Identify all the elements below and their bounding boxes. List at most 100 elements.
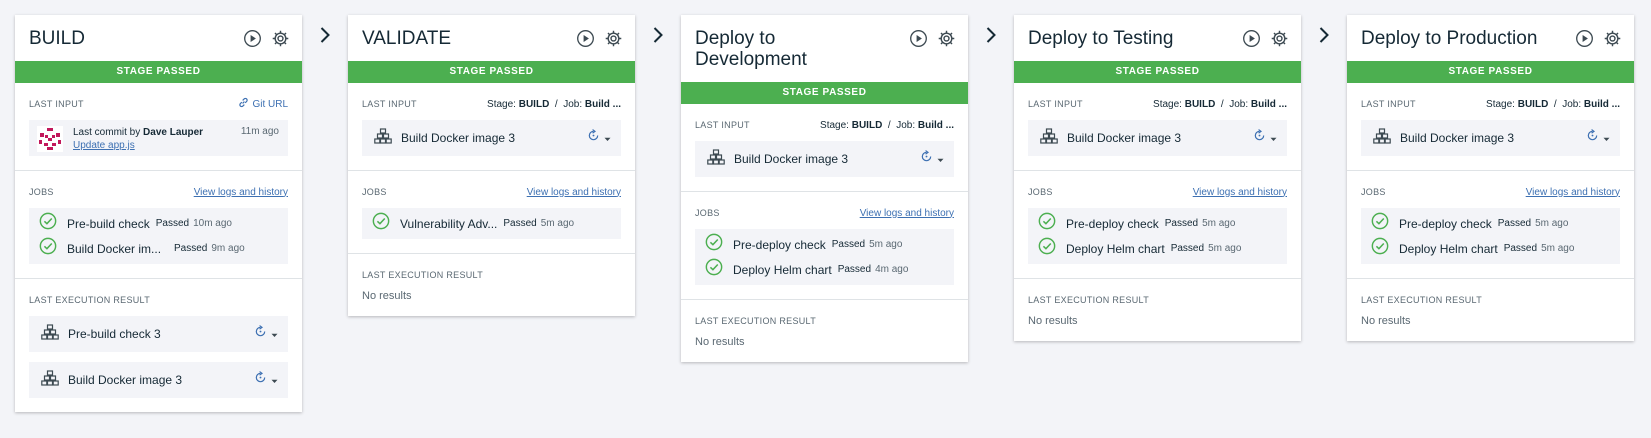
rerun-dropdown[interactable] — [920, 150, 944, 168]
gear-icon[interactable] — [1603, 29, 1622, 48]
last-execution-label: LAST EXECUTION RESULT — [29, 295, 150, 305]
commit-author: Dave Lauper — [143, 127, 204, 138]
job-name[interactable]: Deploy Helm chart — [733, 263, 832, 277]
play-circle-icon[interactable] — [1242, 29, 1261, 48]
job-status: Passed — [1170, 243, 1205, 254]
job-time: 5m ago — [1202, 218, 1236, 229]
rerun-dropdown[interactable] — [1586, 129, 1610, 147]
jobs-section: JOBS View logs and history Pre-deploy ch… — [1014, 171, 1301, 279]
job-name[interactable]: Vulnerability Adv... — [400, 217, 497, 231]
no-results: No results — [1028, 315, 1078, 327]
stage-card-deploy-testing: Deploy to Testing STAGE PASSED LAST INPU… — [1014, 15, 1301, 341]
commit-message-link[interactable]: Update app.js — [73, 140, 135, 151]
job-status: Passed — [1503, 243, 1538, 254]
gear-icon[interactable] — [1270, 29, 1289, 48]
job-name[interactable]: Deploy Helm chart — [1399, 242, 1498, 256]
docker-stack-icon — [707, 148, 725, 170]
view-logs-link[interactable]: View logs and history — [527, 187, 621, 198]
view-logs-link[interactable]: View logs and history — [194, 187, 288, 198]
job-row[interactable]: Pre-deploy check Passed 5m ago — [1371, 211, 1610, 236]
pipeline: BUILD STAGE PASSED LAST INPUT Git URL La… — [15, 15, 1634, 412]
job-name[interactable]: Deploy Helm chart — [1066, 242, 1165, 256]
stage-passed-banner: STAGE PASSED — [348, 61, 635, 83]
job-row[interactable]: Pre-deploy check Passed 5m ago — [705, 232, 944, 257]
input-source: Stage: BUILD / Job: Build ... — [1486, 98, 1620, 110]
check-circle-icon — [39, 237, 57, 260]
job-row[interactable]: Deploy Helm chart Passed 5m ago — [1038, 236, 1277, 261]
job-row[interactable]: Deploy Helm chart Passed 5m ago — [1371, 236, 1610, 261]
execution-result: Pre-build check 3 — [29, 316, 288, 352]
gear-icon[interactable] — [271, 29, 290, 48]
job-name[interactable]: Pre-deploy check — [1399, 217, 1492, 231]
gear-icon[interactable] — [937, 29, 956, 48]
no-results: No results — [362, 290, 412, 302]
jobs-section: JOBS View logs and history Pre-build che… — [15, 171, 302, 279]
gear-icon[interactable] — [604, 29, 623, 48]
play-circle-icon[interactable] — [1575, 29, 1594, 48]
job-row[interactable]: Deploy Helm chart Passed 4m ago — [705, 257, 944, 282]
input-label: Build Docker image 3 — [1400, 131, 1515, 145]
job-row[interactable]: Pre-build check Passed 10m ago — [39, 211, 278, 236]
rerun-icon — [254, 371, 267, 389]
check-circle-icon — [39, 212, 57, 235]
view-logs-link[interactable]: View logs and history — [860, 208, 954, 219]
job-time: 5m ago — [869, 239, 903, 250]
job-status: Passed — [837, 264, 872, 275]
job-row[interactable]: Vulnerability Adv... Passed 5m ago — [372, 211, 611, 236]
last-input-section: LAST INPUT Stage: BUILD / Job: Build ...… — [348, 83, 635, 171]
docker-stack-icon — [1040, 127, 1058, 149]
last-execution-label: LAST EXECUTION RESULT — [1028, 295, 1149, 305]
input-label: Build Docker image 3 — [401, 131, 516, 145]
rerun-icon — [1586, 129, 1599, 147]
rerun-dropdown[interactable] — [1253, 129, 1277, 147]
job-time: 5m ago — [540, 218, 575, 229]
rerun-dropdown[interactable] — [254, 371, 278, 389]
job-row[interactable]: Build Docker im... Passed 9m ago — [39, 236, 278, 261]
stage-card-build: BUILD STAGE PASSED LAST INPUT Git URL La… — [15, 15, 302, 412]
input-artifact: Build Docker image 3 — [1028, 120, 1287, 156]
last-input-section: LAST INPUT Stage: BUILD / Job: Build ...… — [1347, 83, 1634, 171]
rerun-icon — [920, 150, 933, 168]
docker-stack-icon — [374, 127, 392, 149]
job-row[interactable]: Pre-deploy check Passed 5m ago — [1038, 211, 1277, 236]
input-source: Stage: BUILD / Job: Build ... — [487, 98, 621, 110]
last-input-label: LAST INPUT — [29, 99, 84, 109]
check-circle-icon — [1371, 237, 1389, 260]
execution-result: Build Docker image 3 — [29, 362, 288, 398]
job-status: Passed — [831, 239, 866, 250]
last-input-section: LAST INPUT Git URL Last commit by Dave L… — [15, 83, 302, 171]
jobs-label: JOBS — [1361, 187, 1386, 197]
jobs-label: JOBS — [362, 187, 387, 197]
caret-down-icon — [271, 371, 278, 389]
chevron-right-icon — [968, 15, 1014, 60]
job-time: 10m ago — [193, 218, 232, 229]
job-time: 5m ago — [1535, 218, 1569, 229]
job-name[interactable]: Build Docker im... — [67, 242, 163, 256]
input-source: Stage: BUILD / Job: Build ... — [1153, 98, 1287, 110]
view-logs-link[interactable]: View logs and history — [1526, 187, 1620, 198]
rerun-dropdown[interactable] — [587, 129, 611, 147]
job-name[interactable]: Pre-deploy check — [733, 238, 826, 252]
stage-card-deploy-development: Deploy to Development STAGE PASSED LAST … — [681, 15, 968, 362]
view-logs-link[interactable]: View logs and history — [1193, 187, 1287, 198]
last-execution-section: LAST EXECUTION RESULT No results — [1347, 279, 1634, 341]
input-artifact: Build Docker image 3 — [695, 141, 954, 177]
no-results: No results — [695, 336, 745, 348]
play-circle-icon[interactable] — [909, 29, 928, 48]
play-circle-icon[interactable] — [576, 29, 595, 48]
chevron-right-icon — [635, 15, 681, 60]
rerun-dropdown[interactable] — [254, 325, 278, 343]
rerun-icon — [1253, 129, 1266, 147]
last-execution-section: LAST EXECUTION RESULT No results — [1014, 279, 1301, 341]
stage-passed-banner: STAGE PASSED — [15, 61, 302, 83]
check-circle-icon — [1038, 237, 1056, 260]
commit-prefix: Last commit by — [73, 127, 141, 138]
job-name[interactable]: Pre-build check — [67, 217, 150, 231]
job-name[interactable]: Pre-deploy check — [1066, 217, 1159, 231]
stage-passed-banner: STAGE PASSED — [1014, 61, 1301, 83]
input-source: Stage: BUILD / Job: Build ... — [820, 119, 954, 131]
play-circle-icon[interactable] — [243, 29, 262, 48]
git-url-link[interactable]: Git URL — [238, 97, 288, 111]
stage-header: Deploy to Development — [681, 15, 968, 70]
jobs-label: JOBS — [695, 208, 720, 218]
